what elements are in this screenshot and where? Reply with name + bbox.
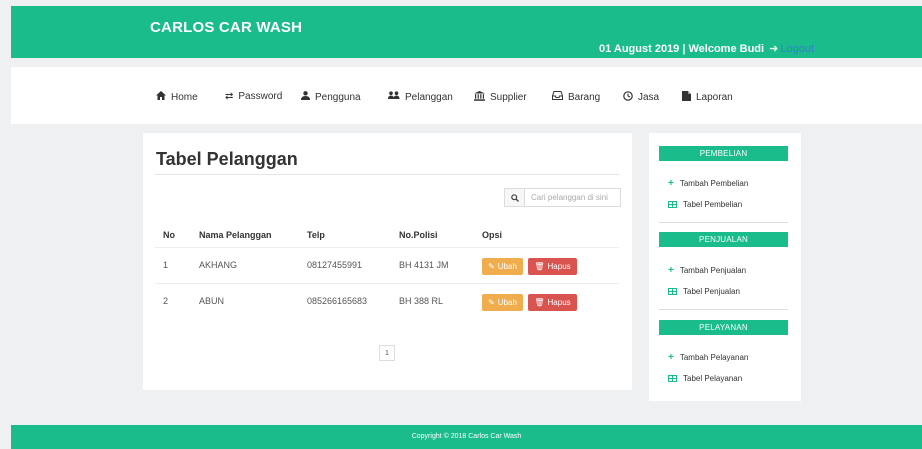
nav-pengguna-label: Pengguna <box>315 91 361 103</box>
pagination-page-1[interactable]: 1 <box>379 345 395 361</box>
row2-telp: 085266165683 <box>307 296 368 306</box>
users-icon <box>388 91 400 103</box>
nav-jasa[interactable]: Jasa <box>623 91 659 104</box>
top-header: CARLOS CAR WASH 01 August 2019 | Welcome… <box>11 6 922 58</box>
row1-edit-button[interactable]: ✎ Ubah <box>482 258 523 275</box>
file-icon <box>682 91 691 104</box>
sidebar-divider <box>659 222 788 223</box>
sidebar-link-tabel-penjualan[interactable]: Tabel Penjualan <box>668 287 740 296</box>
search-input[interactable] <box>525 189 620 206</box>
nav-password-label: Password <box>238 91 283 102</box>
plus-icon: + <box>668 264 674 276</box>
sidebar-link-tabel-pelayanan[interactable]: Tabel Pelayanan <box>668 374 742 383</box>
logout-icon: ➜ <box>769 43 779 55</box>
sidebar-link-tabel-pembelian[interactable]: Tabel Pembelian <box>668 200 742 209</box>
row2-no: 2 <box>163 296 169 306</box>
row2-nama: ABUN <box>199 296 225 306</box>
row2-edit-label: Ubah <box>497 298 517 307</box>
trash-icon: 🗑 <box>534 298 545 307</box>
row1-delete-button[interactable]: 🗑 Hapus <box>528 258 577 275</box>
col-header-opsi: Opsi <box>482 230 503 240</box>
nav-laporan[interactable]: Laporan <box>682 91 733 104</box>
sidebar-link-label: Tabel Pembelian <box>683 200 743 209</box>
sidebar-divider <box>659 309 788 310</box>
search-icon <box>510 189 519 207</box>
home-icon <box>156 91 166 103</box>
row1-polisi: BH 4131 JM <box>399 260 449 270</box>
sidebar-head-pelayanan: PELAYANAN <box>659 320 788 335</box>
col-header-polisi: No.Polisi <box>399 230 438 240</box>
col-header-no: No <box>163 230 175 240</box>
row2-delete-label: Hapus <box>547 298 571 307</box>
nav-home-label: Home <box>171 91 198 103</box>
trash-icon: 🗑 <box>534 262 545 271</box>
row1-edit-label: Ubah <box>497 262 517 271</box>
row2-edit-button[interactable]: ✎ Ubah <box>482 294 523 311</box>
sidebar-link-label: Tabel Pelayanan <box>683 374 743 383</box>
row1-delete-label: Hapus <box>547 262 571 271</box>
footer-copyright: Copyright © 2018 Carlos Car Wash <box>411 433 522 440</box>
title-divider <box>155 174 619 175</box>
table-icon <box>668 375 677 382</box>
col-header-telp: Telp <box>307 230 325 240</box>
sidebar-link-tambah-pelayanan[interactable]: + Tambah Pelayanan <box>668 351 749 363</box>
footer: Copyright © 2018 Carlos Car Wash <box>11 425 922 449</box>
search-box <box>504 188 621 207</box>
sidebar-link-label: Tambah Penjualan <box>679 266 747 275</box>
nav-pengguna[interactable]: Pengguna <box>301 91 361 103</box>
edit-icon: ✎ <box>488 262 495 271</box>
welcome-bar: 01 August 2019 | Welcome Budi ➜ Logout <box>599 42 814 55</box>
sidebar-link-label: Tambah Pembelian <box>679 179 749 188</box>
sidebar-head-penjualan: PENJUALAN <box>659 232 788 247</box>
sidebar-link-tambah-penjualan[interactable]: + Tambah Penjualan <box>668 264 747 276</box>
bank-icon <box>474 91 485 104</box>
exchange-icon: ⇄ <box>225 90 234 102</box>
clock-icon <box>623 91 633 104</box>
page-title: Tabel Pelanggan <box>156 149 298 169</box>
sidebar-link-tambah-pembelian[interactable]: + Tambah Pembelian <box>668 177 749 189</box>
row1-telp: 08127455991 <box>307 260 363 270</box>
row2-delete-button[interactable]: 🗑 Hapus <box>528 294 577 311</box>
nav-supplier[interactable]: Supplier <box>474 91 527 104</box>
search-button[interactable] <box>505 189 525 206</box>
inbox-icon <box>552 91 563 103</box>
nav-jasa-label: Jasa <box>638 92 660 103</box>
plus-icon: + <box>668 351 674 363</box>
plus-icon: + <box>668 177 674 189</box>
nav-barang[interactable]: Barang <box>552 91 600 103</box>
customer-table-panel: Tabel Pelanggan No Nama Pelanggan Telp N… <box>143 133 632 390</box>
sidebar-link-label: Tabel Penjualan <box>683 287 740 296</box>
nav-barang-label: Barang <box>568 91 601 103</box>
nav-pelanggan-label: Pelanggan <box>405 91 453 103</box>
col-header-nama: Nama Pelanggan <box>199 230 272 240</box>
header-divider <box>155 247 619 248</box>
table-icon <box>668 201 677 208</box>
nav-home[interactable]: Home <box>156 91 198 103</box>
logout-label: Logout <box>780 43 815 55</box>
main-nav: Home ⇄ Password Pengguna Pelanggan Suppl… <box>11 67 922 124</box>
logout-link[interactable]: ➜ Logout <box>769 43 814 55</box>
table-icon <box>668 288 677 295</box>
row1-divider <box>155 283 619 284</box>
nav-pelanggan[interactable]: Pelanggan <box>388 91 453 103</box>
row1-nama: AKHANG <box>199 260 238 270</box>
row1-no: 1 <box>163 260 169 270</box>
sidebar: PEMBELIAN + Tambah Pembelian Tabel Pembel… <box>649 133 801 401</box>
nav-laporan-label: Laporan <box>696 92 733 103</box>
nav-supplier-label: Supplier <box>490 92 527 103</box>
edit-icon: ✎ <box>488 298 495 307</box>
sidebar-link-label: Tambah Pelayanan <box>679 353 749 362</box>
nav-password[interactable]: ⇄ Password <box>225 91 282 102</box>
user-icon <box>301 91 310 103</box>
welcome-text: 01 August 2019 | Welcome Budi <box>599 43 765 55</box>
sidebar-head-pembelian: PEMBELIAN <box>659 146 788 161</box>
brand-title[interactable]: CARLOS CAR WASH <box>150 19 302 36</box>
row2-polisi: BH 388 RL <box>399 296 444 306</box>
